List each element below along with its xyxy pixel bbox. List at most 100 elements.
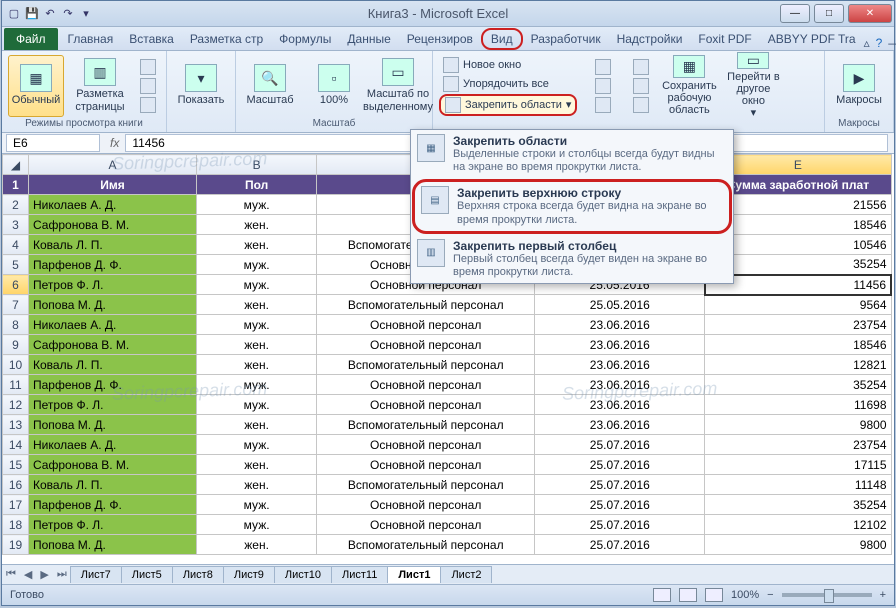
cell[interactable]: Сафронова В. М. <box>29 215 197 235</box>
view-normal-icon[interactable] <box>653 588 671 602</box>
cell[interactable]: жен. <box>197 335 317 355</box>
cell[interactable]: Сафронова В. М. <box>29 335 197 355</box>
cell[interactable]: 9800 <box>705 535 891 555</box>
minimize-button[interactable]: — <box>780 4 810 23</box>
cell[interactable]: 23.06.2016 <box>535 315 705 335</box>
row-18[interactable]: 18 <box>3 515 29 535</box>
cell[interactable]: Основной персонал <box>317 375 535 395</box>
view-pagelayout-button[interactable]: ▥Разметка страницы <box>72 55 128 117</box>
cell[interactable]: Петров Ф. Л. <box>29 275 197 295</box>
row-19[interactable]: 19 <box>3 535 29 555</box>
cell[interactable]: жен. <box>197 535 317 555</box>
row-3[interactable]: 3 <box>3 215 29 235</box>
view-custom-icon[interactable] <box>136 77 160 95</box>
sheet-nav-first[interactable]: ⏮ <box>2 568 20 581</box>
cell[interactable]: Основной персонал <box>317 435 535 455</box>
row-10[interactable]: 10 <box>3 355 29 375</box>
tab-Надстройки[interactable]: Надстройки <box>609 28 691 50</box>
hide-icon[interactable] <box>591 77 615 95</box>
cell[interactable]: 23.06.2016 <box>535 415 705 435</box>
show-button[interactable]: ▾Показать <box>173 55 229 117</box>
cell[interactable]: жен. <box>197 355 317 375</box>
row-16[interactable]: 16 <box>3 475 29 495</box>
cell[interactable]: Попова М. Д. <box>29 415 197 435</box>
row-12[interactable]: 12 <box>3 395 29 415</box>
sheet-tab-Лист8[interactable]: Лист8 <box>172 566 224 583</box>
undo-icon[interactable]: ↶ <box>42 6 58 22</box>
zoom-out-button[interactable]: − <box>767 589 773 601</box>
col-B[interactable]: B <box>197 155 317 175</box>
zoom-in-button[interactable]: + <box>880 589 886 601</box>
cell[interactable]: жен. <box>197 295 317 315</box>
sheet-tab-Лист11[interactable]: Лист11 <box>331 566 388 583</box>
cell[interactable]: 25.07.2016 <box>535 455 705 475</box>
cell[interactable]: Основной персонал <box>317 395 535 415</box>
cell[interactable]: Вспомогательный персонал <box>317 415 535 435</box>
cell[interactable]: муж. <box>197 315 317 335</box>
help-icon[interactable]: ? <box>876 36 883 50</box>
fx-icon[interactable]: fx <box>104 136 125 150</box>
cell[interactable]: 23.06.2016 <box>535 395 705 415</box>
wb-min-icon[interactable]: — <box>888 36 896 50</box>
zoom-button[interactable]: 🔍Масштаб <box>242 55 298 117</box>
cell[interactable]: Петров Ф. Л. <box>29 395 197 415</box>
tab-Формулы[interactable]: Формулы <box>271 28 339 50</box>
cell[interactable]: жен. <box>197 475 317 495</box>
sheet-tab-Лист5[interactable]: Лист5 <box>121 566 173 583</box>
tab-Разработчик[interactable]: Разработчик <box>523 28 609 50</box>
cell[interactable]: 23754 <box>705 315 891 335</box>
macros-button[interactable]: ▶Макросы <box>831 55 887 117</box>
cell[interactable]: Коваль Л. П. <box>29 235 197 255</box>
cell[interactable]: 9800 <box>705 415 891 435</box>
view-pagebreak-icon[interactable] <box>136 58 160 76</box>
row-8[interactable]: 8 <box>3 315 29 335</box>
col-A[interactable]: A <box>29 155 197 175</box>
tab-Данные[interactable]: Данные <box>339 28 398 50</box>
cell[interactable]: Николаев А. Д. <box>29 315 197 335</box>
cell[interactable]: 25.05.2016 <box>535 295 705 315</box>
save-icon[interactable]: 💾 <box>24 6 40 22</box>
cell[interactable]: 23.06.2016 <box>535 375 705 395</box>
row-7[interactable]: 7 <box>3 295 29 315</box>
cell[interactable]: Коваль Л. П. <box>29 355 197 375</box>
cell[interactable]: муж. <box>197 515 317 535</box>
cell[interactable]: 11148 <box>705 475 891 495</box>
freeze-panes-button[interactable]: Закрепить области ▾ <box>439 94 577 116</box>
cell[interactable]: жен. <box>197 215 317 235</box>
sync-icon[interactable] <box>629 58 653 76</box>
cell[interactable]: 35254 <box>705 375 891 395</box>
sheet-nav-last[interactable]: ⏭ <box>53 568 71 581</box>
zoom-selection-button[interactable]: ▭Масштаб по выделенному <box>370 55 426 117</box>
cell[interactable]: 25.07.2016 <box>535 495 705 515</box>
arrange-all-button[interactable]: Упорядочить все <box>439 75 577 93</box>
zoom-slider[interactable] <box>782 593 872 597</box>
cell[interactable]: Основной персонал <box>317 495 535 515</box>
tab-ABBYY PDF Tra[interactable]: ABBYY PDF Tra <box>760 28 864 50</box>
cell[interactable]: Вспомогательный персонал <box>317 295 535 315</box>
tab-Вид[interactable]: Вид <box>481 28 523 50</box>
cell[interactable]: Основной персонал <box>317 315 535 335</box>
cell[interactable]: 25.07.2016 <box>535 535 705 555</box>
cell[interactable]: Основной персонал <box>317 515 535 535</box>
cell[interactable]: жен. <box>197 415 317 435</box>
view-break-icon[interactable] <box>705 588 723 602</box>
side-icon[interactable] <box>629 96 653 114</box>
cell[interactable]: Парфенов Д. Ф. <box>29 375 197 395</box>
cell[interactable]: муж. <box>197 275 317 295</box>
tab-file[interactable]: Файл <box>4 28 58 50</box>
save-workspace-button[interactable]: ▦Сохранить рабочую область <box>661 55 717 117</box>
cell[interactable]: Попова М. Д. <box>29 535 197 555</box>
row-9[interactable]: 9 <box>3 335 29 355</box>
cell[interactable]: Основной персонал <box>317 455 535 475</box>
select-all[interactable]: ◢ <box>3 155 29 175</box>
tab-Foxit PDF[interactable]: Foxit PDF <box>690 28 759 50</box>
cell[interactable]: 18546 <box>705 335 891 355</box>
cell[interactable]: Коваль Л. П. <box>29 475 197 495</box>
row-15[interactable]: 15 <box>3 455 29 475</box>
row-17[interactable]: 17 <box>3 495 29 515</box>
sheet-tab-Лист9[interactable]: Лист9 <box>223 566 275 583</box>
sheet-tab-Лист7[interactable]: Лист7 <box>70 566 122 583</box>
cell[interactable]: жен. <box>197 235 317 255</box>
tab-Рецензиров[interactable]: Рецензиров <box>399 28 481 50</box>
cell[interactable]: Вспомогательный персонал <box>317 355 535 375</box>
